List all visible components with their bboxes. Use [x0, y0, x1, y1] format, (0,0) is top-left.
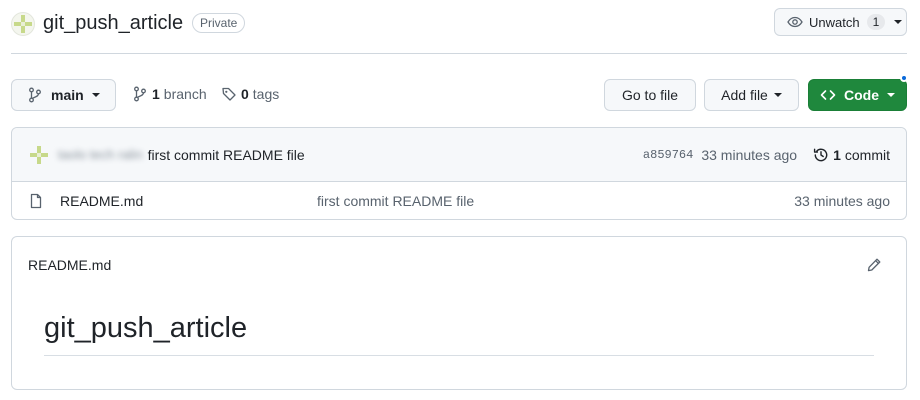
- tag-count-label: tags: [252, 86, 280, 102]
- unwatch-button[interactable]: Unwatch 1: [774, 8, 907, 36]
- tags-link[interactable]: 0 tags: [221, 86, 279, 102]
- branches-link[interactable]: 1 branch: [133, 86, 207, 102]
- code-label: Code: [844, 87, 879, 103]
- chevron-down-icon: [773, 93, 782, 97]
- eye-icon: [787, 14, 803, 30]
- code-button[interactable]: Code: [808, 79, 907, 111]
- commits-count: 1: [833, 146, 841, 163]
- tag-icon: [221, 86, 237, 102]
- commits-link[interactable]: 1 commit: [813, 147, 890, 163]
- branch-count-label: branch: [163, 86, 207, 102]
- commit-time: 33 minutes ago: [701, 146, 798, 163]
- add-file-button[interactable]: Add file: [704, 79, 799, 111]
- readme-heading: git_push_article: [44, 312, 874, 356]
- add-file-label: Add file: [721, 87, 768, 103]
- branch-icon: [133, 86, 147, 102]
- repo-owner-avatar[interactable]: [11, 12, 35, 36]
- branch-name: main: [51, 87, 84, 103]
- go-to-file-button[interactable]: Go to file: [604, 79, 696, 111]
- unwatch-label: Unwatch: [809, 14, 860, 30]
- file-row: README.md first commit README file 33 mi…: [12, 182, 906, 219]
- visibility-badge: Private: [192, 13, 246, 33]
- tag-count: 0: [241, 86, 249, 102]
- readme-header: README.md: [12, 237, 906, 292]
- history-icon: [813, 147, 829, 163]
- commit-hash[interactable]: a859764: [643, 148, 693, 162]
- file-name[interactable]: README.md: [60, 193, 317, 209]
- chevron-down-icon: [887, 93, 895, 97]
- file-icon: [28, 193, 44, 209]
- branch-selector[interactable]: main: [11, 79, 116, 111]
- header-divider: [11, 53, 907, 54]
- readme-filename[interactable]: README.md: [28, 257, 111, 273]
- branch-icon: [28, 87, 42, 103]
- repo-name[interactable]: git_push_article: [43, 12, 183, 35]
- code-icon: [820, 87, 836, 103]
- chevron-down-icon: [894, 20, 903, 24]
- commits-label: commit: [844, 146, 890, 163]
- branch-count: 1: [152, 86, 160, 102]
- pencil-icon[interactable]: [866, 257, 882, 273]
- commit-message[interactable]: first commit README file: [148, 147, 305, 163]
- author-avatar[interactable]: [28, 144, 50, 166]
- readme-panel: README.md git_push_article: [11, 236, 907, 390]
- file-commit-message[interactable]: first commit README file: [317, 193, 474, 209]
- commit-author[interactable]: taolo tech ralin: [58, 147, 143, 162]
- readme-content: git_push_article: [12, 292, 906, 356]
- file-commit-time: 33 minutes ago: [794, 192, 890, 209]
- notification-dot: [900, 74, 908, 82]
- chevron-down-icon: [91, 93, 100, 97]
- watch-count: 1: [866, 14, 886, 30]
- file-browser: taolo tech ralin first commit README fil…: [11, 127, 907, 220]
- latest-commit-bar: taolo tech ralin first commit README fil…: [12, 128, 906, 182]
